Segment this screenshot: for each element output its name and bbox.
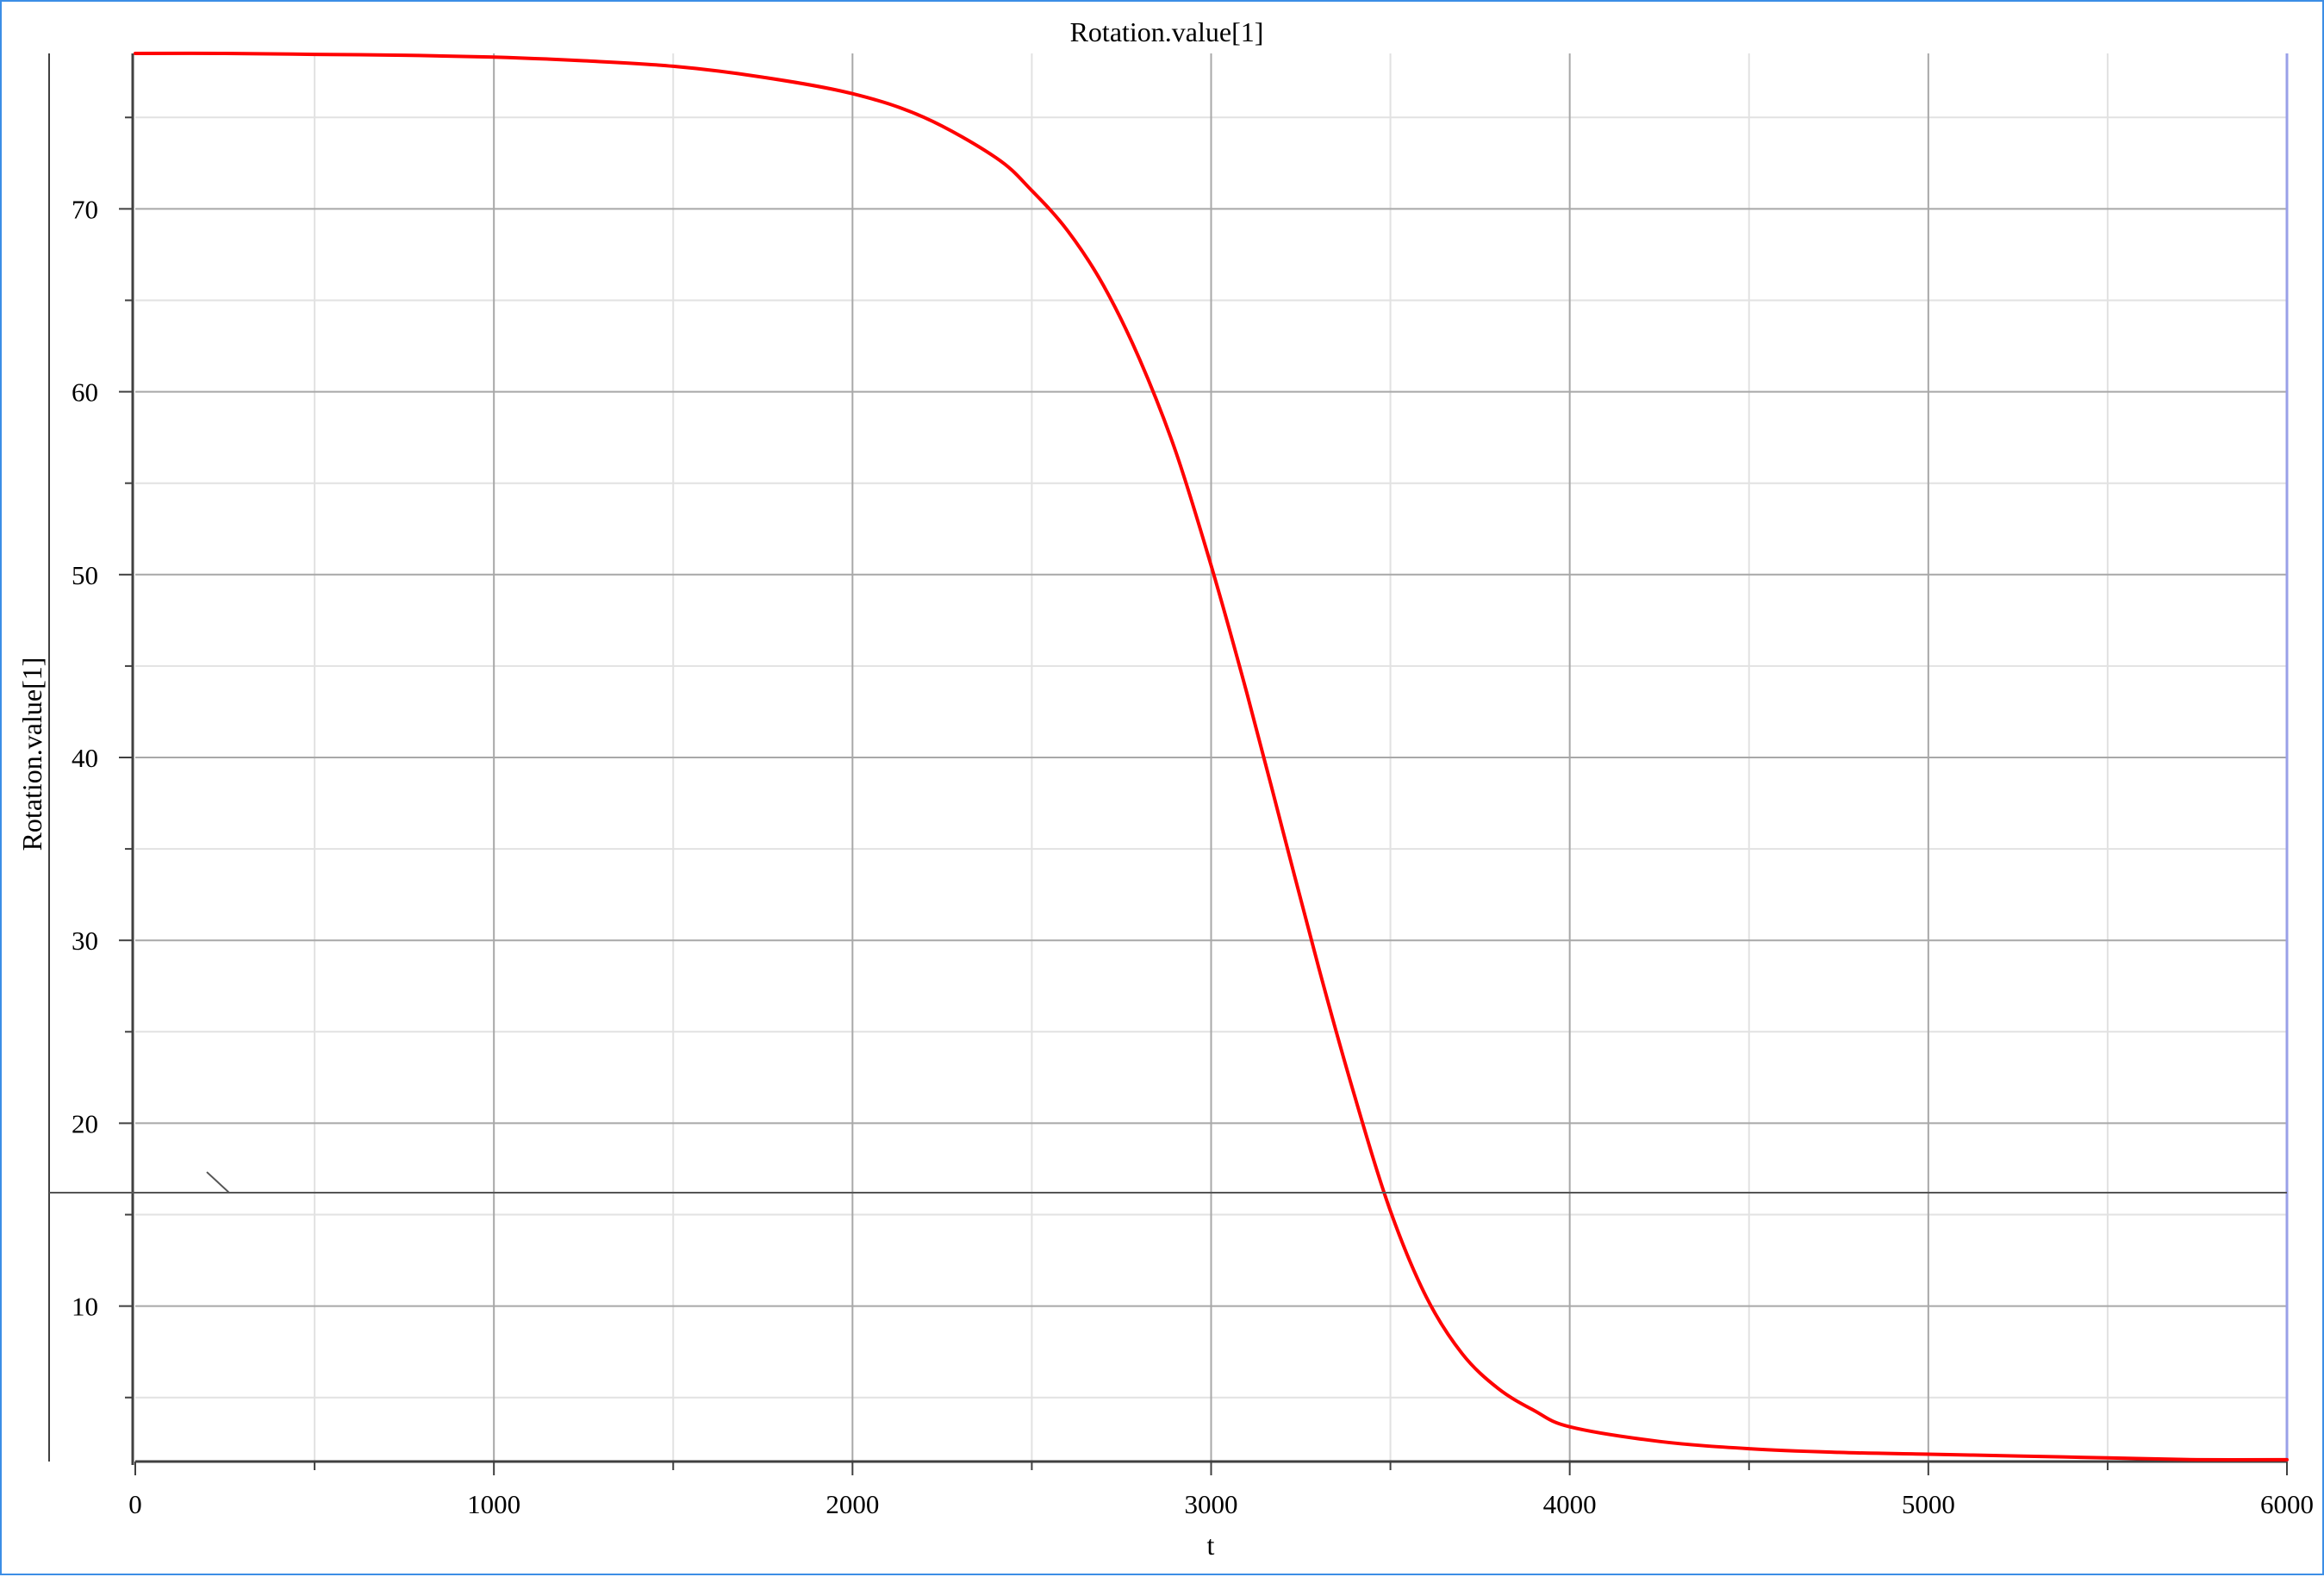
axes bbox=[48, 53, 2289, 1465]
crosshair-group[interactable] bbox=[49, 1171, 2287, 1194]
x-tick-label: 5000 bbox=[1902, 1489, 1955, 1519]
crosshair-marker[interactable] bbox=[206, 1171, 230, 1194]
x-tick-label: 1000 bbox=[467, 1489, 520, 1519]
y-tick-label: 70 bbox=[72, 194, 98, 224]
y-tick-label: 50 bbox=[72, 560, 98, 590]
x-tick-label: 4000 bbox=[1543, 1489, 1597, 1519]
x-tick-label: 6000 bbox=[2260, 1489, 2314, 1519]
chart: 0 1000 2000 3000 4000 5000 6000 10 20 30 40 50 60 70… bbox=[16, 16, 2314, 1561]
x-tick-label: 3000 bbox=[1185, 1489, 1238, 1519]
y-tick-labels: 10 20 30 40 50 60 70 bbox=[72, 194, 98, 1321]
plot-window: 0 1000 2000 3000 4000 5000 6000 10 20 30 40 50 60 70… bbox=[0, 0, 2324, 1575]
major-gridlines bbox=[135, 53, 2288, 1462]
y-axis-title: Rotation.value[1] bbox=[16, 658, 47, 851]
y-tick-label: 10 bbox=[72, 1292, 98, 1322]
tick-marks bbox=[119, 116, 2288, 1475]
x-tick-labels: 0 1000 2000 3000 4000 5000 6000 bbox=[128, 1489, 2314, 1519]
x-axis-title: t bbox=[1207, 1530, 1215, 1561]
y-tick-label: 60 bbox=[72, 377, 98, 408]
y-tick-label: 40 bbox=[72, 743, 98, 773]
y-tick-label: 20 bbox=[72, 1108, 98, 1138]
y-tick-label: 30 bbox=[72, 926, 98, 956]
x-tick-label: 2000 bbox=[826, 1489, 879, 1519]
x-tick-label: 0 bbox=[128, 1489, 142, 1519]
chart-title: Rotation.value[1] bbox=[1070, 16, 1264, 47]
